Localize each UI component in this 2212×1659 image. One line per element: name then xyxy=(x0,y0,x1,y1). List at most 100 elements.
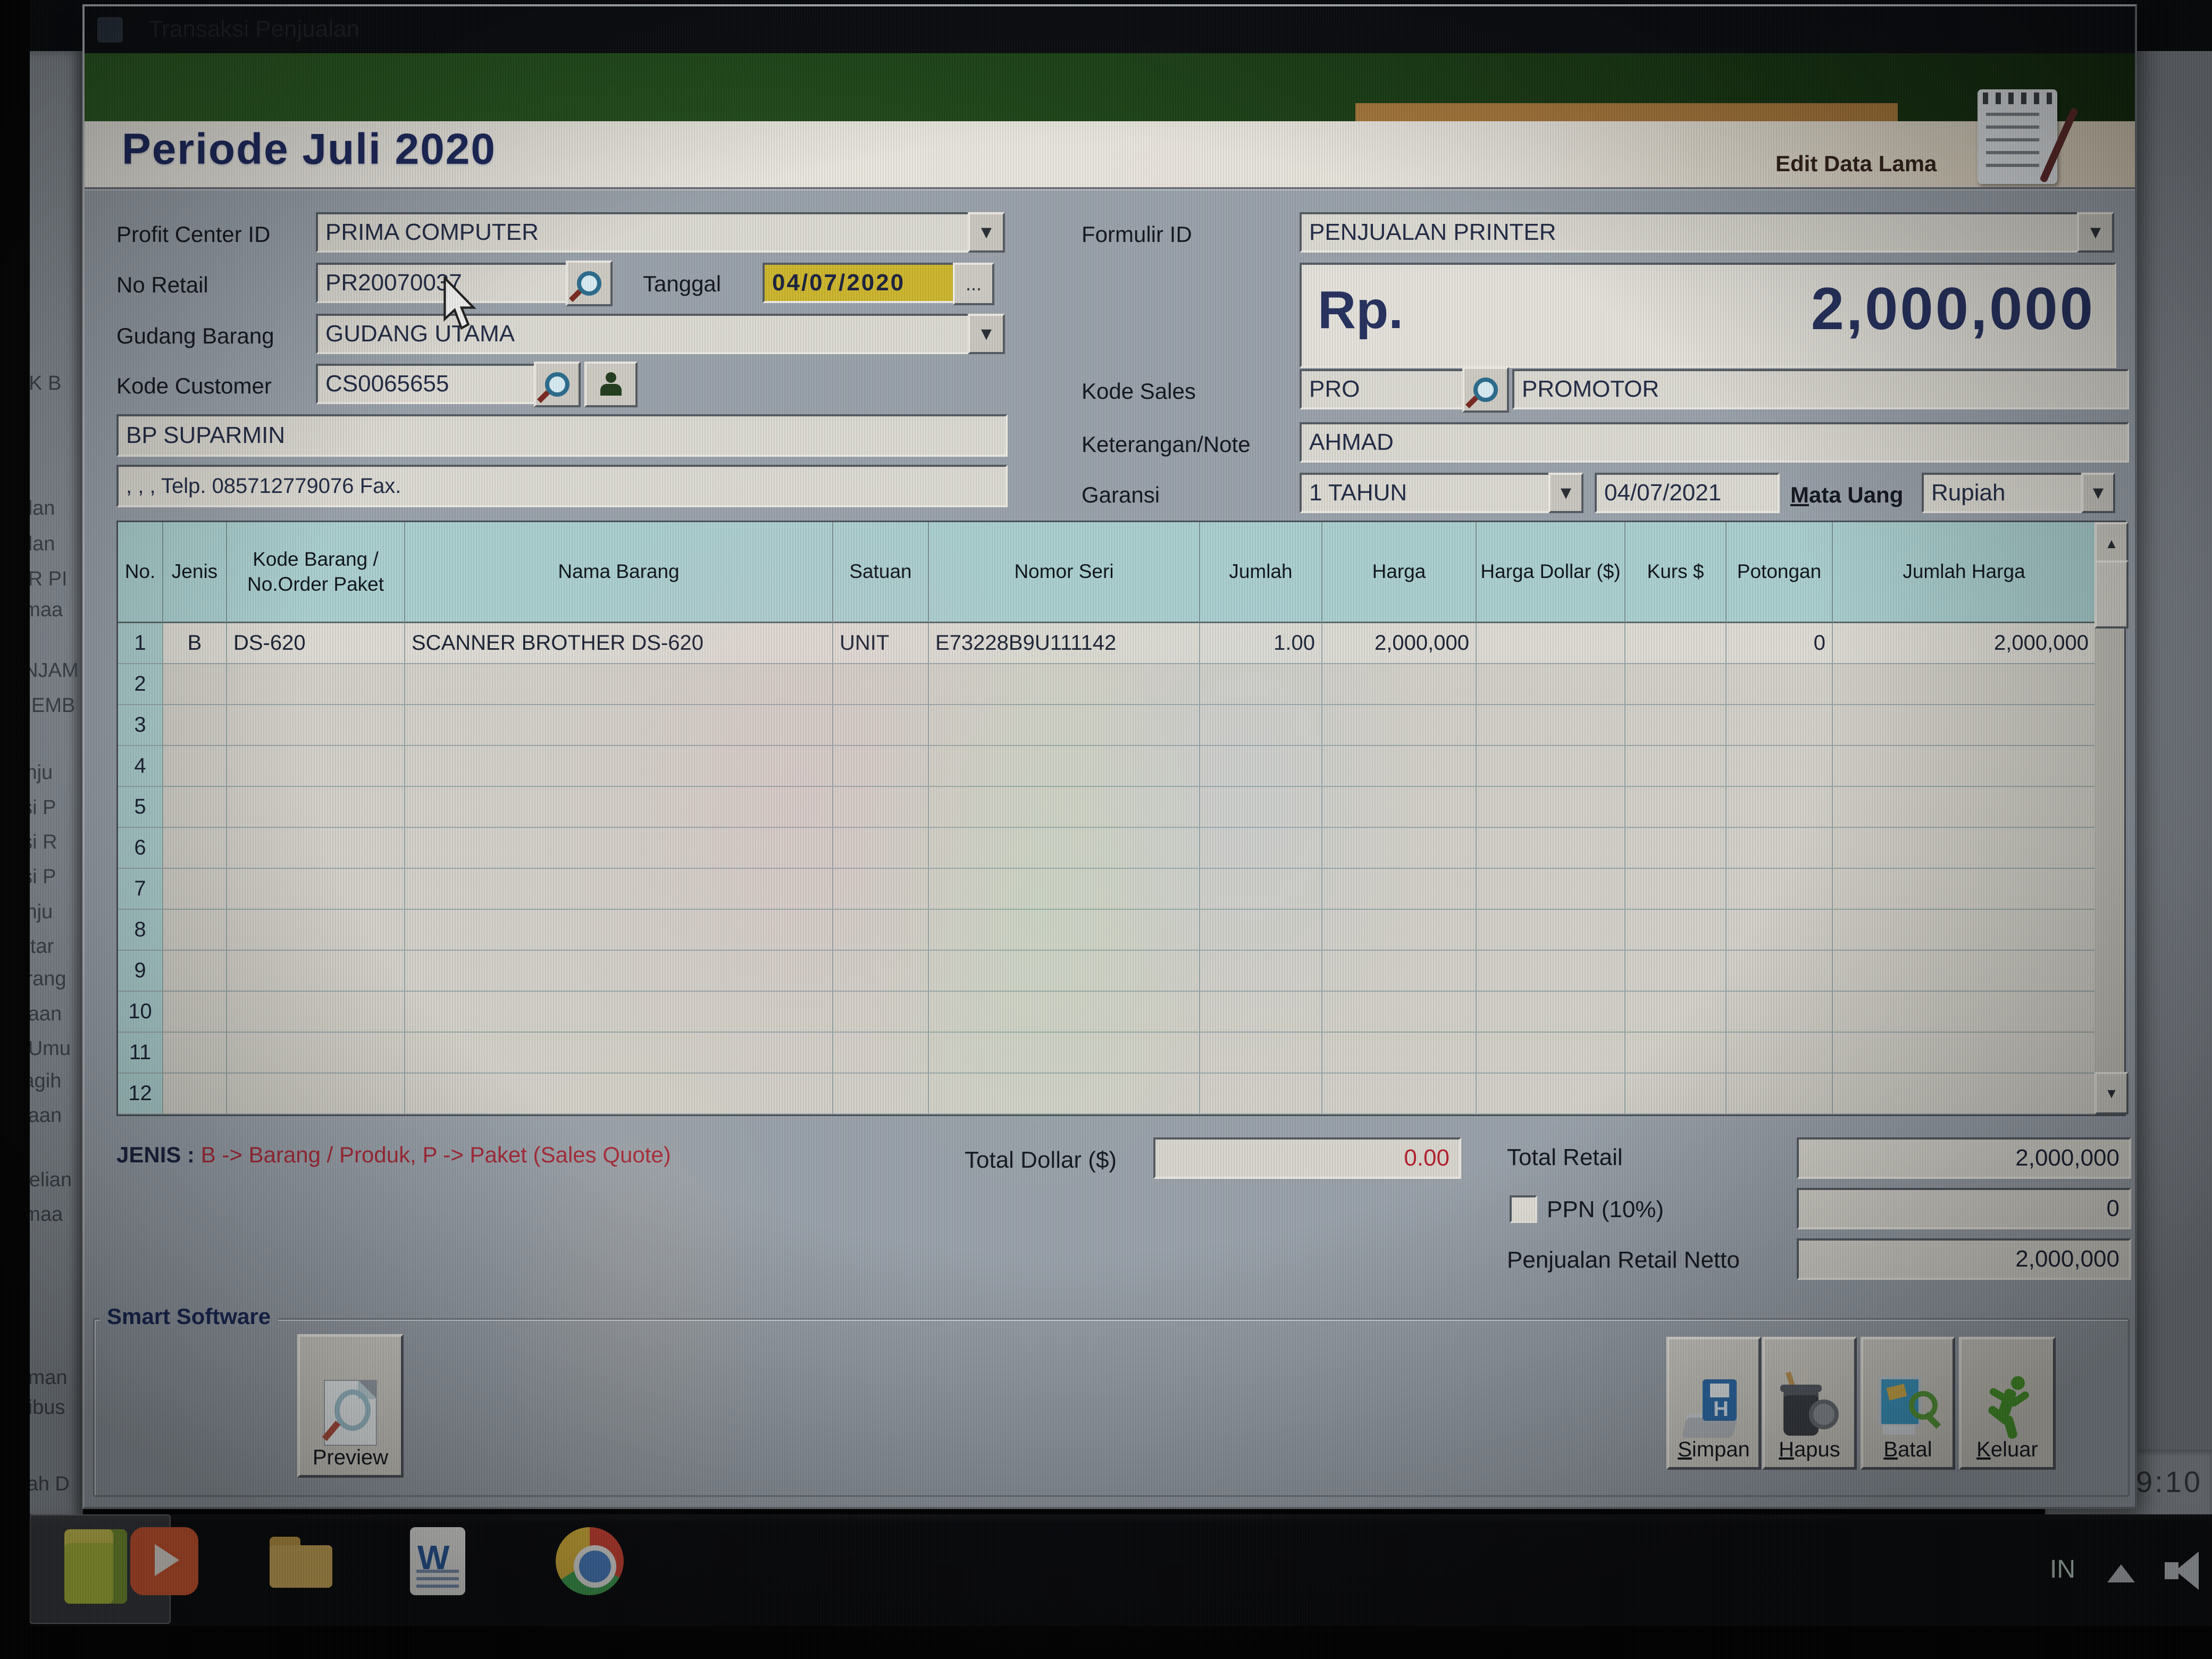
ppn-field: 0 xyxy=(1797,1188,2131,1229)
speaker-icon[interactable] xyxy=(2165,1552,2212,1589)
garansi-dropdown-icon[interactable]: ▼ xyxy=(1548,473,1583,513)
mata-uang-label: Mata Uang xyxy=(1790,482,1903,508)
col-header: Kode Barang / No.Order Paket xyxy=(227,522,405,623)
groupbox-title: Smart Software xyxy=(99,1304,278,1329)
simpan-button[interactable]: Simpan xyxy=(1666,1337,1761,1470)
garansi-select[interactable]: 1 TAHUN xyxy=(1300,473,1565,513)
keterangan-input[interactable]: AHMAD xyxy=(1300,422,2129,463)
table-row[interactable]: 3 xyxy=(118,705,2096,746)
amount-display-box: Rp. 2,000,000 xyxy=(1300,263,2116,368)
col-header: Potongan xyxy=(1727,522,1833,623)
search-icon xyxy=(545,372,569,397)
total-dollar-label: Total Dollar ($) xyxy=(965,1147,1117,1174)
cancel-icon xyxy=(1876,1376,1940,1438)
sales-name-field[interactable]: PROMOTOR xyxy=(1512,369,2129,409)
col-header: No. xyxy=(118,522,163,623)
preview-button[interactable]: Preview xyxy=(297,1334,404,1478)
scroll-down-button[interactable]: ▼ xyxy=(2094,1072,2129,1115)
garansi-label: Garansi xyxy=(1082,482,1160,508)
customer-phone-field[interactable]: , , , Telp. 085712779076 Fax. xyxy=(116,465,1008,507)
table-row[interactable]: 6 xyxy=(118,828,2096,869)
tanggal-label: Tanggal xyxy=(643,271,721,297)
hapus-button[interactable]: Hapus xyxy=(1762,1337,1857,1470)
laptop-bezel-left xyxy=(0,0,30,1659)
col-header: Harga xyxy=(1322,522,1477,623)
batal-button[interactable]: Batal xyxy=(1861,1337,1955,1470)
customer-search-button[interactable] xyxy=(534,362,581,407)
kode-customer-input[interactable]: CS0065655 xyxy=(316,364,549,404)
gudang-dropdown-icon[interactable]: ▼ xyxy=(968,314,1005,354)
search-icon xyxy=(577,271,601,296)
table-row[interactable]: 11 xyxy=(118,1033,2096,1074)
profit-center-dropdown-icon[interactable]: ▼ xyxy=(968,212,1005,253)
taskbar-media-player-icon[interactable] xyxy=(130,1527,198,1595)
table-scrollbar[interactable]: ▲ ▼ xyxy=(2094,521,2126,1116)
table-row[interactable]: 7 xyxy=(118,869,2096,910)
taskbar-explorer-icon[interactable] xyxy=(270,1527,338,1595)
table-row[interactable]: 12 xyxy=(118,1074,2096,1115)
mata-uang-dropdown-icon[interactable]: ▼ xyxy=(2081,473,2115,513)
window-icon xyxy=(97,17,123,43)
taskbar-chrome-icon[interactable] xyxy=(556,1527,624,1595)
trash-icon xyxy=(1780,1376,1839,1438)
kode-sales-label: Kode Sales xyxy=(1082,379,1196,404)
kode-customer-label: Kode Customer xyxy=(116,373,272,399)
taskbar: IN xyxy=(29,1514,2212,1628)
garansi-until-field[interactable]: 04/07/2021 xyxy=(1595,473,1780,513)
total-retail-field: 2,000,000 xyxy=(1797,1137,2131,1179)
table-row[interactable]: 10 xyxy=(118,992,2096,1033)
language-indicator[interactable]: IN xyxy=(2050,1555,2075,1584)
exit-icon xyxy=(1978,1376,2037,1438)
page-title: Periode Juli 2020 xyxy=(122,124,496,174)
active-app-icon xyxy=(64,1529,127,1604)
customer-browse-button[interactable] xyxy=(584,362,638,407)
profit-center-select[interactable]: PRIMA COMPUTER xyxy=(316,212,985,253)
sales-search-button[interactable] xyxy=(1462,367,1509,413)
keterangan-label: Keterangan/Note xyxy=(1082,432,1251,457)
total-retail-label: Total Retail xyxy=(1507,1144,1623,1171)
tray-expand-icon[interactable] xyxy=(2107,1564,2135,1582)
tanggal-picker-button[interactable]: ... xyxy=(953,263,994,305)
edit-data-lama-link[interactable]: Edit Data Lama xyxy=(1775,151,1937,177)
table-row[interactable]: 2 xyxy=(118,664,2096,705)
formulir-select[interactable]: PENJUALAN PRINTER xyxy=(1300,212,2094,253)
app-window: Transaksi Penjualan Periode Juli 2020 Ed… xyxy=(82,4,2137,1509)
header-divider xyxy=(85,187,2135,189)
no-retail-input[interactable]: PR20070037 xyxy=(316,263,581,303)
table-row[interactable]: 1 B DS-620 SCANNER BROTHER DS-620 UNIT E… xyxy=(118,623,2096,664)
notepad-icon[interactable] xyxy=(1978,89,2057,184)
save-icon xyxy=(1685,1379,1743,1438)
gudang-select[interactable]: GUDANG UTAMA xyxy=(316,314,985,354)
header-title-strip: Periode Juli 2020 Edit Data Lama xyxy=(85,121,2135,187)
keluar-button[interactable]: Keluar xyxy=(1959,1337,2056,1470)
scroll-thumb[interactable] xyxy=(2094,560,2129,629)
col-header: Satuan xyxy=(833,522,929,623)
jenis-legend: JENIS : B -> Barang / Produk, P -> Paket… xyxy=(116,1142,671,1168)
kode-sales-input[interactable]: PRO xyxy=(1300,369,1477,409)
gudang-label: Gudang Barang xyxy=(116,323,274,349)
table-row[interactable]: 8 xyxy=(118,910,2096,951)
items-table: No. Jenis Kode Barang / No.Order Paket N… xyxy=(116,521,2098,1116)
ppn-checkbox[interactable] xyxy=(1510,1195,1537,1223)
no-retail-label: No Retail xyxy=(116,272,208,298)
window-titlebar: Transaksi Penjualan xyxy=(85,6,2135,53)
formulir-dropdown-icon[interactable]: ▼ xyxy=(2077,212,2114,253)
window-title-text: Transaksi Penjualan xyxy=(148,16,359,43)
table-row[interactable]: 9 xyxy=(118,951,2096,992)
table-row[interactable]: 4 xyxy=(118,746,2096,787)
screen-photo: TOK B jualan jualan TUR PI erimaa MINJAM… xyxy=(0,0,2212,1659)
tanggal-input[interactable]: 04/07/2020 xyxy=(763,263,969,303)
customer-name-field[interactable]: BP SUPARMIN xyxy=(116,414,1008,457)
search-icon xyxy=(1473,378,1498,402)
netto-field: 2,000,000 xyxy=(1797,1238,2131,1280)
mata-uang-select[interactable]: Rupiah xyxy=(1922,473,2098,513)
no-retail-search-button[interactable] xyxy=(566,261,613,306)
taskbar-word-icon[interactable] xyxy=(410,1527,465,1595)
scroll-up-button[interactable]: ▲ xyxy=(2094,522,2129,565)
laptop-bezel-bottom xyxy=(0,1626,2212,1659)
col-header: Kurs $ xyxy=(1626,522,1727,623)
col-header: Nomor Seri xyxy=(929,522,1200,623)
col-header: Harga Dollar ($) xyxy=(1477,522,1626,623)
col-header: Jenis xyxy=(163,522,227,623)
table-row[interactable]: 5 xyxy=(118,787,2096,828)
